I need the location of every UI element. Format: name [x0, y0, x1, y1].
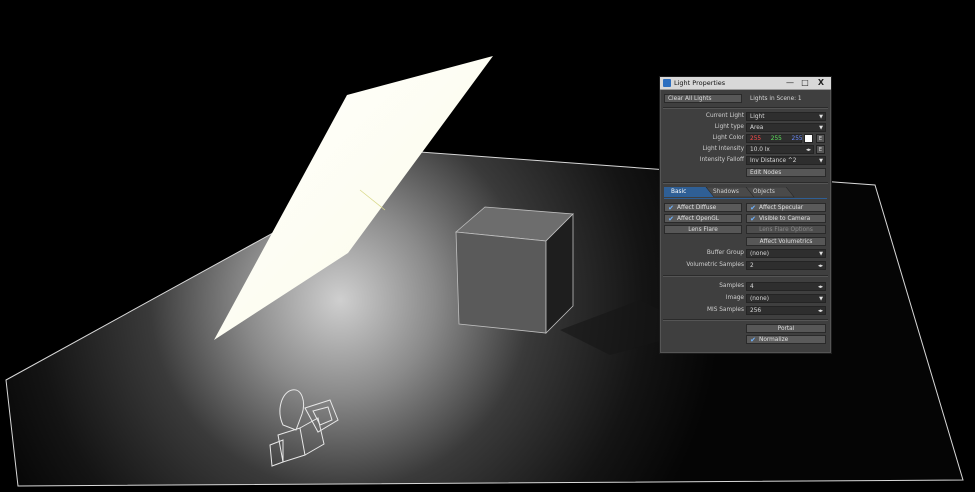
stepper-icon[interactable]: ◂▸: [818, 262, 823, 271]
affect-opengl-checkbox[interactable]: ✔ Affect OpenGL: [664, 214, 742, 223]
stepper-icon[interactable]: ◂▸: [818, 283, 823, 292]
image-label: Image: [725, 295, 744, 301]
normalize-checkbox[interactable]: ✔ Normalize: [746, 335, 826, 344]
checkbox-check-icon: ✔: [750, 204, 756, 212]
clear-all-lights-button[interactable]: Clear All Lights: [664, 94, 742, 103]
light-color-label: Light Color: [712, 135, 744, 141]
color-blue-value[interactable]: 255: [792, 136, 803, 142]
current-light-dropdown[interactable]: Light ▼: [746, 112, 826, 121]
light-type-label: Light type: [714, 124, 744, 130]
edit-nodes-button[interactable]: Edit Nodes: [746, 168, 826, 177]
affect-volumetrics-button[interactable]: Affect Volumetrics: [746, 237, 826, 246]
light-color-field[interactable]: 255 255 255: [746, 134, 803, 143]
dropdown-caret-icon: ▼: [819, 296, 823, 302]
separator: [663, 107, 828, 109]
light-type-dropdown[interactable]: Area ▼: [746, 123, 826, 132]
light-intensity-field[interactable]: 10.0 lx ◂▸: [746, 145, 814, 154]
stepper-icon[interactable]: ◂▸: [806, 146, 811, 155]
color-red-value[interactable]: 255: [750, 136, 761, 142]
dropdown-caret-icon: ▼: [819, 251, 823, 257]
intensity-falloff-dropdown[interactable]: Inv Distance ^2 ▼: [746, 156, 826, 165]
envelope-icon[interactable]: E: [816, 145, 825, 154]
maximize-button[interactable]: □: [799, 78, 811, 88]
volumetric-samples-field[interactable]: 2 ◂▸: [746, 261, 826, 270]
tab-shadows[interactable]: Shadows: [708, 188, 748, 197]
dropdown-caret-icon: ▼: [819, 114, 823, 120]
tab-objects[interactable]: Objects: [748, 188, 788, 197]
volumetric-samples-label: Volumetric Samples: [686, 262, 744, 268]
lens-flare-options-button[interactable]: Lens Flare Options: [746, 225, 826, 234]
samples-field[interactable]: 4 ◂▸: [746, 282, 826, 291]
app-icon: [663, 79, 671, 87]
checkbox-check-icon: ✔: [668, 215, 674, 223]
checkbox-check-icon: ✔: [668, 204, 674, 212]
color-green-value[interactable]: 255: [771, 136, 782, 142]
checkbox-check-icon: ✔: [750, 215, 756, 223]
light-properties-window: Light Properties — □ X Clear All Lights …: [659, 76, 832, 354]
intensity-falloff-label: Intensity Falloff: [699, 157, 744, 163]
separator: [663, 182, 828, 184]
separator: [663, 275, 828, 277]
light-intensity-label: Light Intensity: [702, 146, 744, 152]
samples-label: Samples: [719, 283, 744, 289]
minimize-button[interactable]: —: [784, 78, 796, 88]
checkbox-check-icon: ✔: [750, 336, 756, 344]
buffer-group-dropdown[interactable]: (none) ▼: [746, 249, 826, 258]
tab-basic[interactable]: Basic: [666, 188, 706, 197]
image-dropdown[interactable]: (none) ▼: [746, 294, 826, 303]
mis-samples-field[interactable]: 256 ◂▸: [746, 306, 826, 315]
current-light-label: Current Light: [705, 113, 744, 119]
portal-button[interactable]: Portal: [746, 324, 826, 333]
dropdown-caret-icon: ▼: [819, 158, 823, 164]
stepper-icon[interactable]: ◂▸: [818, 307, 823, 316]
title-bar[interactable]: Light Properties — □ X: [660, 77, 831, 90]
window-title: Light Properties: [674, 79, 726, 87]
lens-flare-button[interactable]: Lens Flare: [664, 225, 742, 234]
separator: [663, 319, 828, 321]
buffer-group-label: Buffer Group: [706, 250, 744, 256]
affect-specular-checkbox[interactable]: ✔ Affect Specular: [746, 203, 826, 212]
affect-diffuse-checkbox[interactable]: ✔ Affect Diffuse: [664, 203, 742, 212]
dropdown-caret-icon: ▼: [819, 125, 823, 131]
tab-underline: [664, 198, 827, 199]
mis-samples-label: MIS Samples: [707, 307, 744, 313]
cube-object[interactable]: [455, 206, 574, 334]
visible-to-camera-checkbox[interactable]: ✔ Visible to Camera: [746, 214, 826, 223]
envelope-icon[interactable]: E: [816, 134, 825, 143]
lights-in-scene-readout: Lights in Scene: 1: [746, 94, 826, 103]
close-button[interactable]: X: [815, 78, 827, 88]
color-swatch-icon[interactable]: [804, 134, 813, 143]
